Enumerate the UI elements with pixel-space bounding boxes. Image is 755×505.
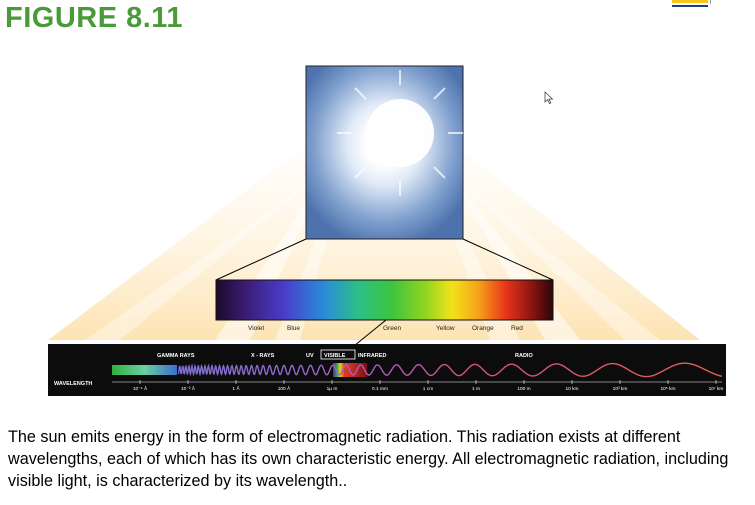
visible-label-blue: Blue — [287, 325, 300, 332]
gamma-bar — [112, 365, 177, 375]
wavelength-tick-label: 1 cm — [423, 386, 433, 392]
visible-labels: Violet Blue Green Yellow Orange Red — [248, 325, 523, 332]
wavelength-tick-label: 1μ m — [327, 386, 338, 392]
region-label-visible: VISIBLE — [324, 353, 346, 359]
wavelength-tick-label: 0.1 mm — [372, 386, 388, 392]
visible-label-yellow: Yellow — [436, 325, 455, 332]
visible-spectrum-bar — [215, 279, 554, 321]
infrared-bar — [345, 363, 367, 377]
region-label-x-rays: X - RAYS — [251, 353, 275, 359]
wavelength-tick-label: 10⁷ km — [709, 386, 724, 392]
visible-label-green: Green — [383, 325, 401, 332]
region-label-gamma-rays: GAMMA RAYS — [157, 353, 195, 359]
mouse-pointer-icon — [544, 91, 554, 105]
wavelength-tick-label: 100 Å — [278, 385, 291, 392]
wavelength-tick-label: 1 m — [472, 386, 480, 392]
visible-label-violet: Violet — [248, 325, 264, 332]
wavelength-tick-label: 10³ km — [613, 386, 628, 392]
wavelength-tick-label: 1 Å — [232, 385, 240, 392]
figure-caption: The sun emits energy in the form of elec… — [8, 428, 729, 490]
sun-photo — [305, 65, 464, 240]
wavelength-tick-label: 10⁵ km — [660, 386, 675, 392]
wavelength-tick-label: 100 m — [517, 386, 530, 392]
visible-label-red: Red — [511, 325, 523, 332]
wavelength-tick-label: 10 km — [565, 386, 578, 392]
visible-label-orange: Orange — [472, 325, 494, 332]
spectrum-figure: Violet Blue Green Yellow Orange Red GAMM… — [48, 65, 726, 396]
wavelength-axis-label: WAVELENGTH — [54, 381, 92, 387]
region-label-radio: RADIO — [515, 353, 533, 359]
region-label-infrared: INFRARED — [358, 353, 386, 359]
wavelength-tick-label: 10⁻² Å — [181, 385, 196, 392]
region-label-uv: UV — [306, 353, 314, 359]
wavelength-tick-label: 10⁻⁶ Å — [133, 385, 148, 392]
